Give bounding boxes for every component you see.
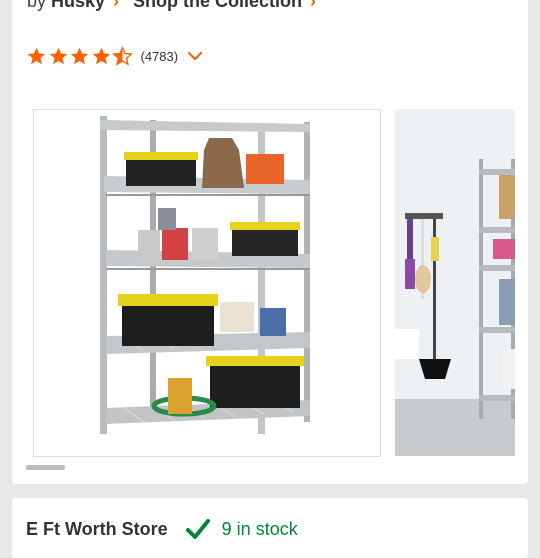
star-full-icon [70,47,89,64]
store-name[interactable]: E Ft Worth Store [26,519,168,540]
store-availability-card[interactable]: E Ft Worth Store 9 in stock [12,498,528,558]
chevron-down-icon[interactable] [187,50,203,62]
store-row: E Ft Worth Store 9 in stock [26,518,298,540]
chevron-right-icon: › [310,0,317,11]
brand-row: by Husky › Shop the Collection › [27,0,330,14]
star-full-icon [49,47,67,64]
review-count[interactable]: (4783) [141,49,179,64]
product-header-card: by Husky › Shop the Collection › (4783) [12,0,528,484]
shelving-unit-image [100,116,310,434]
star-half-icon [112,45,133,66]
checkmark-icon [185,519,210,539]
stock-status: 9 in stock [221,518,298,539]
product-image-secondary[interactable] [395,109,515,456]
shop-collection-link[interactable]: Shop the Collection [133,0,302,12]
brand-link[interactable]: Husky [51,0,105,12]
product-image-main[interactable] [33,109,381,457]
garage-scene-image [395,109,515,456]
star-full-icon [27,47,46,64]
by-label: by [27,0,47,11]
gallery-scroll-indicator [26,465,65,470]
rating-row[interactable]: (4783) [26,44,203,68]
chevron-right-icon: › [113,0,120,11]
star-full-icon [92,47,110,64]
